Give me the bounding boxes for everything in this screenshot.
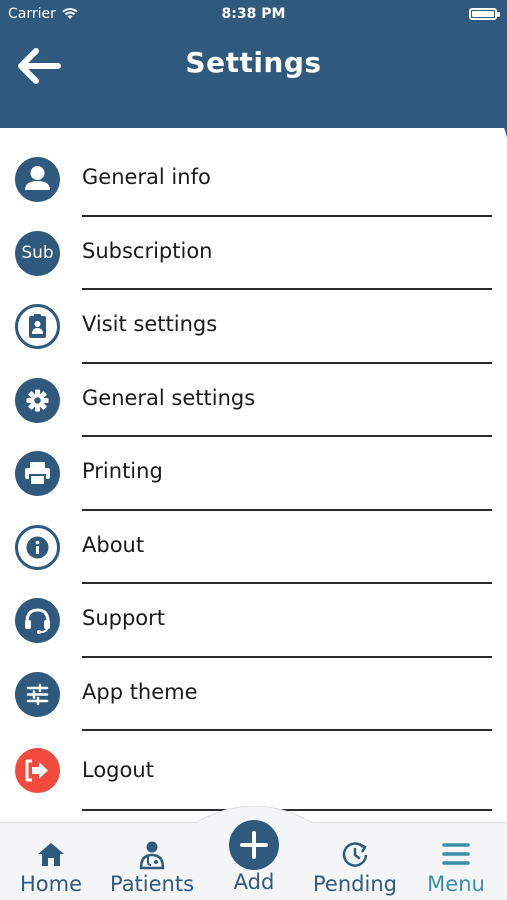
plus-icon bbox=[240, 831, 268, 859]
status-time: 8:38 PM bbox=[221, 6, 286, 22]
headset-icon bbox=[15, 598, 60, 643]
nav-label: Add bbox=[233, 870, 275, 894]
menu-item-about[interactable]: About bbox=[0, 511, 507, 584]
logout-icon bbox=[15, 748, 60, 793]
info-icon bbox=[15, 524, 60, 570]
nav-menu[interactable]: Menu bbox=[406, 838, 506, 896]
printer-icon bbox=[15, 451, 60, 496]
nav-label: Home bbox=[19, 872, 82, 896]
menu-label: About bbox=[82, 532, 145, 557]
menu-item-support[interactable]: Support bbox=[0, 584, 507, 658]
nav-patients[interactable]: Patients bbox=[102, 838, 202, 896]
menu-label: Logout bbox=[82, 758, 154, 782]
menu-item-general-settings[interactable]: General settings bbox=[0, 364, 507, 437]
home-icon bbox=[38, 843, 64, 866]
settings-list: General info Sub Subscription Visit sett… bbox=[0, 143, 507, 811]
menu-item-printing[interactable]: Printing bbox=[0, 437, 507, 511]
menu-label: Visit settings bbox=[82, 312, 218, 336]
menu-label: Support bbox=[82, 606, 166, 630]
page-title: Settings bbox=[185, 46, 322, 79]
menu-item-app-theme[interactable]: App theme bbox=[0, 658, 507, 731]
hamburger-icon bbox=[442, 843, 470, 865]
nav-label: Menu bbox=[427, 872, 485, 896]
menu-item-visit-settings[interactable]: Visit settings bbox=[0, 290, 507, 364]
menu-label: Subscription bbox=[82, 238, 213, 263]
gear-icon bbox=[15, 377, 60, 423]
menu-item-logout[interactable]: Logout bbox=[0, 731, 507, 811]
menu-label: General settings bbox=[82, 385, 256, 410]
menu-item-subscription[interactable]: Sub Subscription bbox=[0, 217, 507, 290]
menu-item-general-info[interactable]: General info bbox=[0, 143, 507, 217]
add-button[interactable] bbox=[229, 820, 279, 870]
nav-home[interactable]: Home bbox=[1, 838, 101, 896]
menu-label: App theme bbox=[82, 679, 198, 704]
menu-label: General info bbox=[82, 165, 211, 189]
status-bar: Carrier 8:38 PM bbox=[0, 0, 507, 28]
nav-label: Patients bbox=[109, 872, 195, 896]
person-icon bbox=[15, 157, 60, 202]
battery-icon bbox=[469, 8, 500, 20]
sub-icon-text: Sub bbox=[21, 243, 54, 263]
sub-icon: Sub bbox=[15, 230, 60, 276]
header-curve bbox=[0, 100, 507, 138]
clipboard-icon bbox=[15, 304, 60, 349]
sliders-icon bbox=[15, 671, 60, 717]
menu-label: Printing bbox=[82, 459, 163, 483]
nav-pending[interactable]: Pending bbox=[305, 838, 405, 896]
clock-refresh-icon bbox=[342, 842, 368, 867]
doctor-icon bbox=[139, 841, 165, 870]
nav-label: Pending bbox=[313, 872, 397, 896]
